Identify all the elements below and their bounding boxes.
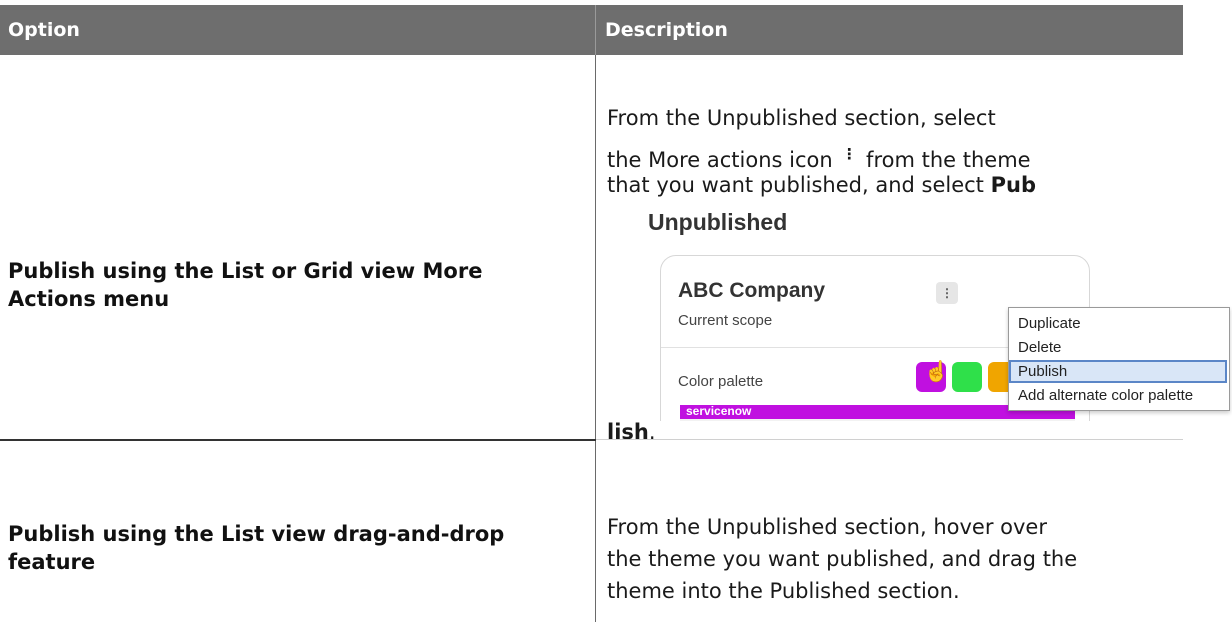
row-1-description-line-2: the More actions icon ⋮ from the theme [607,140,1031,174]
row-2-description-line-3: theme into the Published section. [607,579,960,603]
unpublished-heading: Unpublished [648,209,788,235]
pointer-hand-icon: ☝ [924,361,949,383]
publish-word-start: Pub [990,173,1036,197]
theme-card-title: ABC Company [678,279,826,302]
menu-item-publish: Publish [1009,360,1227,383]
menu-item-delete: Delete [1018,339,1062,356]
row-2-description-line-2: the theme you want published, and drag t… [607,547,1078,571]
swatch-green [952,362,982,392]
kebab-menu-icon: ⋮ [936,282,958,304]
row-1-description-line-2-pre: the More actions icon [607,148,833,172]
header-option: Option [8,19,80,41]
table-header: Option Description [0,5,1183,55]
adjacent-kebab-icon: ⋮ [1226,283,1232,300]
row-1-option: Publish using the List or Grid view More… [8,259,483,311]
row-2-description-line-1: From the Unpublished section, hover over [607,515,1047,539]
menu-item-duplicate: Duplicate [1018,315,1081,332]
row-1-description-end-tail: . [648,420,656,444]
column-divider [595,55,596,622]
theme-card-subtitle: Current scope [678,312,773,329]
row-separator-right [596,439,1183,440]
publish-word-end: lish [607,420,649,444]
row-1-description-end: lish. [607,418,656,446]
header-divider [595,5,596,55]
options-table: Option Description [0,5,1183,55]
row-2-option: Publish using the List view drag-and-dro… [8,522,505,574]
color-palette-label: Color palette [678,373,764,390]
more-actions-dropdown: Duplicate Delete Publish Add alternate c… [1008,307,1230,411]
header-description: Description [605,19,728,41]
more-actions-icon: ⋮ [841,145,857,163]
row-1-description-line-3-pre: that you want published, and select [607,173,984,197]
menu-item-add-alternate-color-palette: Add alternate color palette [1018,387,1194,404]
row-1-description-line-2-post: from the theme [866,148,1031,172]
row-1-description-line-3: that you want published, and select Pub [607,171,1036,199]
more-actions-menu-screenshot: Unpublished ABC Company Current scope ⋮ … [628,205,1232,421]
theme-preview-body [680,419,1075,421]
row-separator-left [0,439,596,441]
brand-name: servicenow [686,404,752,418]
row-1-description-line-1: From the Unpublished section, select [607,106,996,130]
